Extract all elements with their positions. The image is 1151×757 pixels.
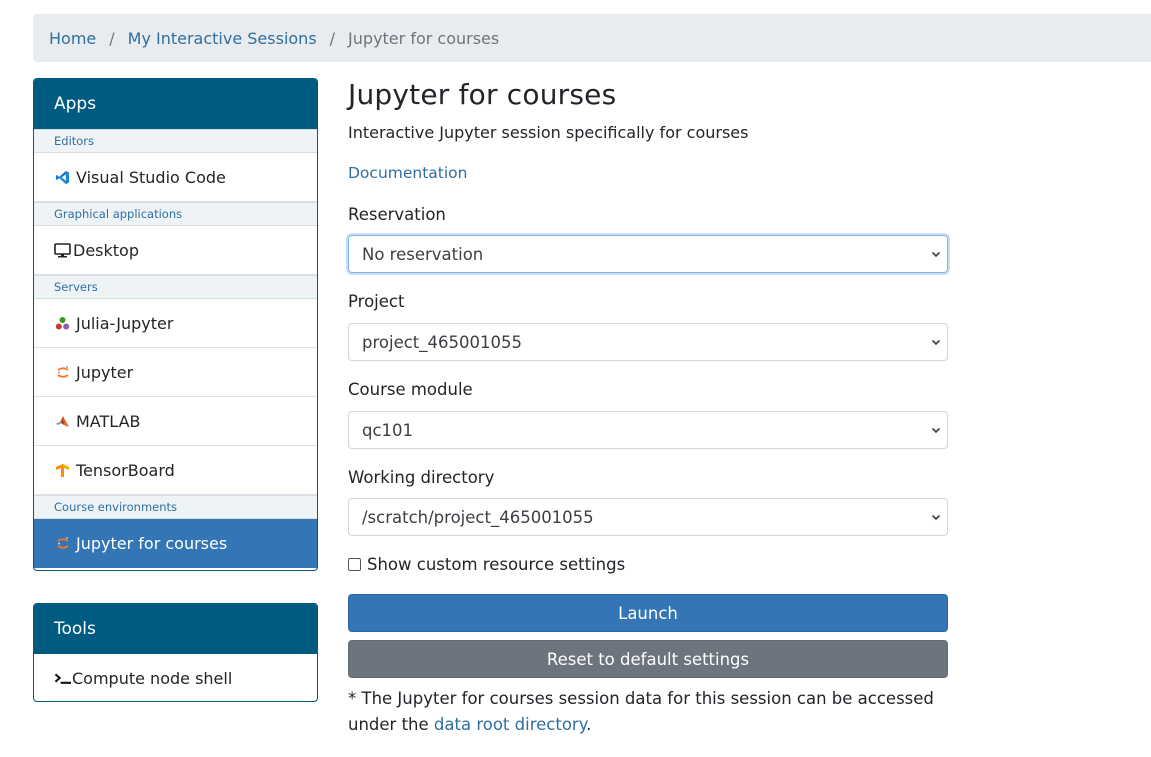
chevron-down-icon: [931, 251, 941, 258]
sidebar-item-tensorboard[interactable]: TensorBoard: [34, 446, 317, 495]
sidebar-item-vscode[interactable]: Visual Studio Code: [34, 153, 317, 202]
tensorboard-icon: [54, 462, 71, 479]
sidebar-item-label: Compute node shell: [72, 668, 233, 688]
data-root-directory-link[interactable]: data root directory: [434, 715, 586, 734]
matlab-icon: [54, 413, 71, 430]
reservation-select-value: No reservation: [362, 244, 484, 264]
sidebar-item-label: Visual Studio Code: [76, 167, 226, 187]
working-directory-select-value: /scratch/project_465001055: [362, 507, 594, 527]
chevron-down-icon: [931, 514, 941, 521]
custom-resource-settings-label[interactable]: Show custom resource settings: [367, 555, 625, 574]
julia-icon: [54, 315, 71, 332]
apps-panel-header: Apps: [34, 79, 317, 129]
note-suffix: .: [586, 715, 592, 734]
group-label-editors: Editors: [34, 129, 317, 153]
page-title: Jupyter for courses: [348, 78, 617, 111]
session-data-note: * The Jupyter for courses session data f…: [348, 686, 948, 738]
documentation-link[interactable]: Documentation: [348, 164, 468, 182]
project-label: Project: [348, 292, 405, 311]
course-module-select[interactable]: qc101: [348, 411, 948, 449]
breadcrumb-separator: /: [329, 28, 336, 48]
working-directory-select[interactable]: /scratch/project_465001055: [348, 498, 948, 536]
group-label-courses: Course environments: [34, 495, 317, 519]
project-select[interactable]: project_465001055: [348, 323, 948, 361]
project-select-value: project_465001055: [362, 332, 522, 352]
course-module-label: Course module: [348, 380, 473, 399]
sidebar-item-jupyter[interactable]: Jupyter: [34, 348, 317, 397]
group-label-graphical: Graphical applications: [34, 202, 317, 226]
jupyter-icon: [54, 364, 71, 381]
terminal-icon: [54, 670, 71, 687]
sidebar-item-label: Desktop: [73, 240, 139, 260]
chevron-down-icon: [931, 427, 941, 434]
breadcrumb-current: Jupyter for courses: [348, 28, 500, 48]
jupyter-icon: [54, 535, 71, 552]
breadcrumb: Home / My Interactive Sessions / Jupyter…: [33, 14, 1151, 62]
working-directory-label: Working directory: [348, 468, 495, 487]
sidebar-item-label: MATLAB: [76, 411, 141, 431]
reservation-select[interactable]: No reservation: [348, 235, 948, 273]
reset-defaults-button[interactable]: Reset to default settings: [348, 640, 948, 678]
custom-resource-settings-checkbox[interactable]: [348, 558, 361, 571]
reservation-label: Reservation: [348, 205, 446, 224]
sidebar-item-julia-jupyter[interactable]: Julia-Jupyter: [34, 299, 317, 348]
sidebar-item-matlab[interactable]: MATLAB: [34, 397, 317, 446]
sidebar-item-label: Jupyter for courses: [76, 534, 228, 553]
tools-panel-header: Tools: [34, 604, 317, 654]
chevron-down-icon: [931, 339, 941, 346]
sidebar-item-label: TensorBoard: [76, 460, 175, 480]
tools-panel: Tools Compute node shell: [33, 603, 318, 702]
breadcrumb-home-link[interactable]: Home: [49, 29, 96, 48]
vscode-icon: [54, 169, 71, 186]
page-subtitle: Interactive Jupyter session specifically…: [348, 123, 749, 142]
group-label-servers: Servers: [34, 275, 317, 299]
course-module-select-value: qc101: [362, 420, 414, 440]
sidebar-item-compute-node-shell[interactable]: Compute node shell: [34, 654, 317, 701]
breadcrumb-sessions-link[interactable]: My Interactive Sessions: [128, 29, 317, 48]
desktop-icon: [54, 242, 71, 259]
custom-resource-settings-row: Show custom resource settings: [348, 555, 625, 574]
breadcrumb-separator: /: [109, 28, 115, 48]
sidebar-item-desktop[interactable]: Desktop: [34, 226, 317, 275]
apps-panel: Apps Editors Visual Studio Code Graphica…: [33, 78, 318, 571]
launch-button[interactable]: Launch: [348, 594, 948, 632]
sidebar-item-label: Jupyter: [76, 362, 134, 382]
sidebar-item-label: Julia-Jupyter: [76, 313, 174, 333]
sidebar-item-jupyter-for-courses[interactable]: Jupyter for courses: [34, 519, 317, 568]
